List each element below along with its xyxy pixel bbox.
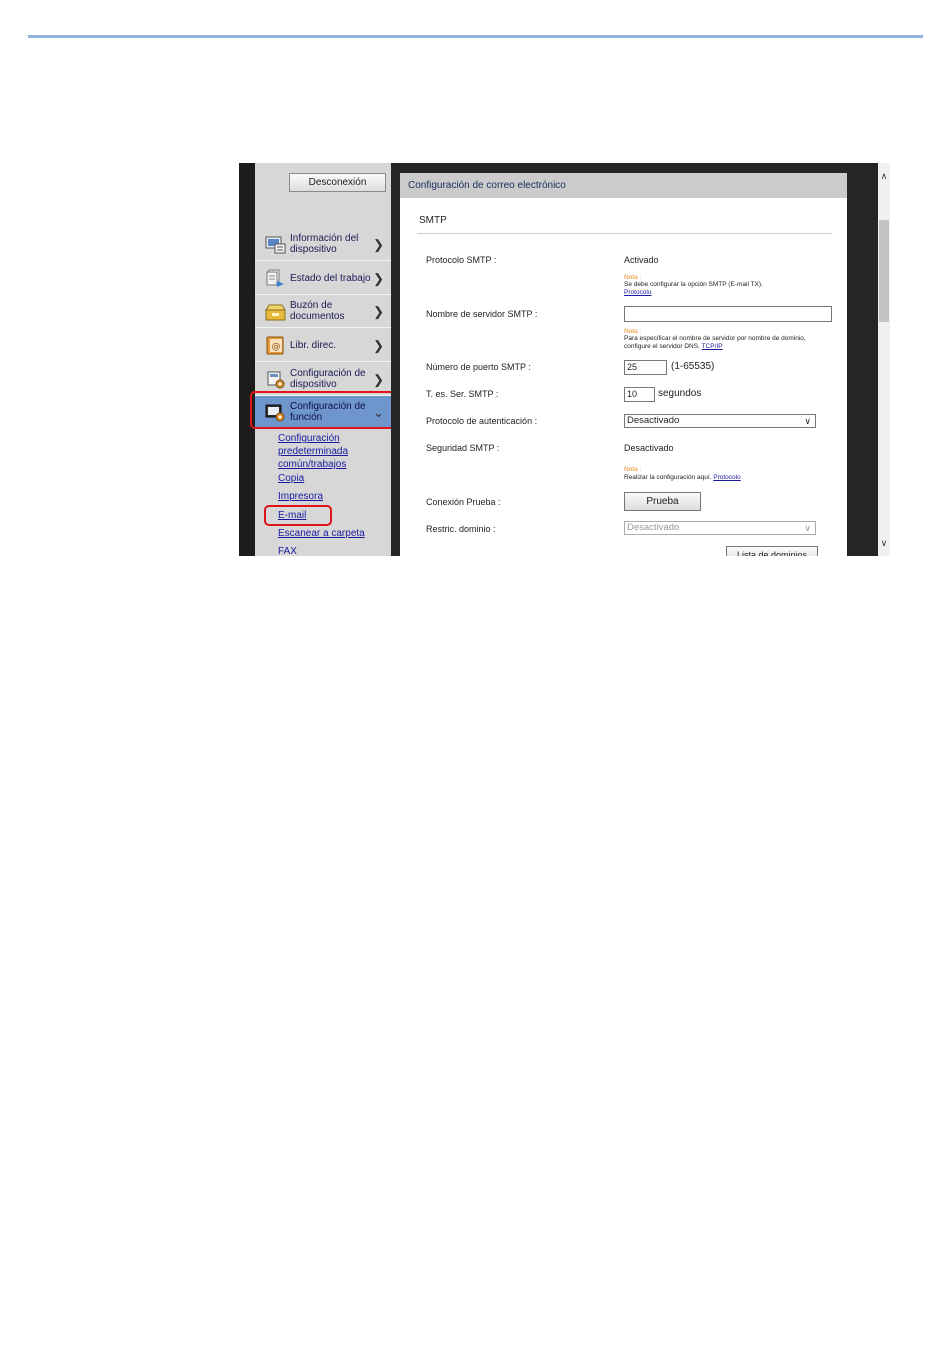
smtp-timeout-input[interactable]: 10	[624, 387, 655, 402]
sidebar-item-label: Buzón de	[290, 300, 333, 311]
smtp-server-label: Nombre de servidor SMTP :	[426, 309, 538, 319]
smtp-server-input[interactable]	[624, 306, 832, 322]
scroll-up-icon[interactable]: ∧	[878, 169, 890, 183]
tcpip-link[interactable]: TCP/IP	[702, 343, 723, 350]
smtp-port-range: (1-65535)	[671, 361, 715, 372]
sublink-scan-to-folder[interactable]: Escanear a carpeta	[278, 527, 365, 540]
note-text: Se debe configurar la opción SMTP (E-mai…	[624, 281, 763, 288]
chevron-right-icon: ❯	[373, 237, 384, 252]
section-divider	[417, 233, 832, 234]
chevron-down-icon: ∨	[804, 523, 811, 533]
logout-button[interactable]: Desconexión	[289, 173, 386, 192]
sidebar-item-document-box[interactable]: Buzón de documentos ❯	[255, 295, 391, 328]
sublink-common-defaults[interactable]: Configuración predeterminada común/traba…	[278, 432, 348, 471]
page-title: Configuración de correo electrónico	[400, 173, 847, 198]
sublink-printer[interactable]: Impresora	[278, 490, 323, 503]
sidebar-item-label: Configuración de	[290, 368, 366, 379]
sidebar-item-label: Información del	[290, 233, 359, 244]
chevron-right-icon: ❯	[373, 338, 384, 353]
highlight-box-function-settings	[250, 391, 402, 429]
sublink-fax[interactable]: FAX	[278, 545, 297, 556]
domain-list-button[interactable]: Lista de dominios	[726, 546, 818, 556]
sidebar-item-address-book[interactable]: @ Libr. direc. ❯	[255, 329, 391, 362]
smtp-protocol-value: Activado	[624, 255, 659, 265]
device-settings-icon	[265, 370, 286, 389]
sidebar-item-label: Estado del trabajo	[290, 273, 371, 284]
chevron-right-icon: ❯	[373, 271, 384, 286]
domain-restriction-label: Restric. dominio :	[426, 524, 496, 534]
sidebar-item-label: dispositivo	[290, 244, 337, 255]
document-box-icon	[265, 302, 286, 321]
note-title: Nota :	[624, 466, 642, 473]
svg-text:@: @	[272, 342, 281, 352]
smtp-security-value: Desactivado	[624, 443, 674, 453]
highlight-box-email	[264, 505, 332, 526]
chevron-right-icon: ❯	[373, 304, 384, 319]
browser-screenshot: Desconexión Información del dispositivo …	[239, 163, 890, 556]
domain-restriction-select[interactable]: Desactivado ∨	[624, 521, 816, 535]
sidebar-item-label: dispositivo	[290, 379, 337, 390]
device-info-icon	[265, 235, 286, 254]
smtp-security-label: Seguridad SMTP :	[426, 443, 500, 453]
sidebar-item-label: documentos	[290, 311, 345, 322]
smtp-port-label: Número de puerto SMTP :	[426, 362, 531, 372]
sidebar: Desconexión Información del dispositivo …	[239, 163, 402, 556]
note-title: Nota :	[624, 328, 642, 335]
sublink-copy[interactable]: Copia	[278, 472, 304, 485]
scrollbar-thumb[interactable]	[879, 220, 889, 322]
address-book-icon: @	[265, 336, 286, 355]
chevron-down-icon: ∨	[804, 416, 811, 426]
scroll-down-icon[interactable]: ∨	[878, 536, 890, 550]
page-top-rule	[28, 35, 923, 38]
section-title-smtp: SMTP	[419, 215, 447, 226]
connection-test-label: Conexión Prueba :	[426, 497, 501, 507]
sidebar-item-device-info[interactable]: Información del dispositivo ❯	[255, 228, 391, 261]
main-panel: Configuración de correo electrónico SMTP…	[391, 163, 878, 556]
protocol-link[interactable]: Protocolo	[624, 289, 651, 296]
protocol-link[interactable]: Protocolo	[713, 474, 740, 481]
smtp-timeout-unit: segundos	[658, 388, 702, 399]
job-status-icon	[265, 269, 286, 288]
chevron-right-icon: ❯	[373, 372, 384, 387]
smtp-port-input[interactable]: 25	[624, 360, 667, 375]
auth-protocol-select[interactable]: Desactivado ∨	[624, 414, 816, 428]
note-text: Realizar la configuración aquí.	[624, 474, 712, 481]
smtp-protocol-label: Protocolo SMTP :	[426, 255, 497, 265]
smtp-timeout-label: T. es. Ser. SMTP :	[426, 389, 499, 399]
sidebar-item-label: Libr. direc.	[290, 340, 337, 351]
test-button[interactable]: Prueba	[624, 492, 701, 511]
settings-card: Configuración de correo electrónico SMTP…	[400, 173, 847, 556]
auth-protocol-label: Protocolo de autenticación :	[426, 416, 538, 426]
sidebar-item-job-status[interactable]: Estado del trabajo ❯	[255, 262, 391, 295]
vertical-scrollbar[interactable]: ∧ ∨	[878, 163, 890, 556]
note-title: Nota :	[624, 274, 642, 281]
